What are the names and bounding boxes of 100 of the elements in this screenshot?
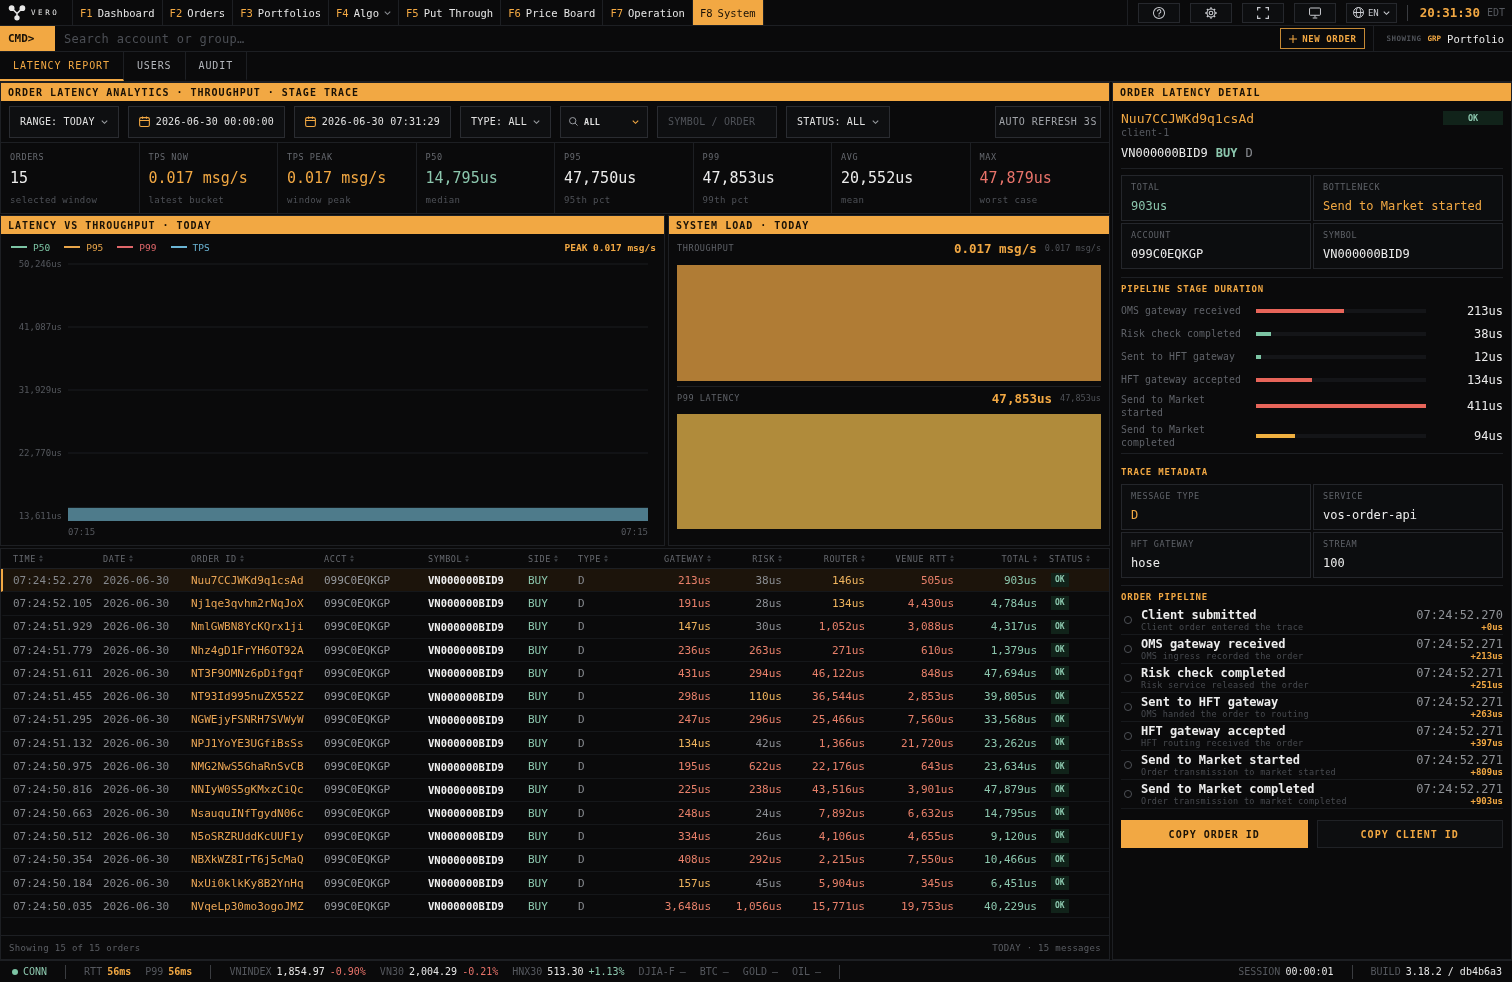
step-time: 07:24:52.270 — [1416, 608, 1503, 622]
date-field[interactable]: 2026-06-30 00:00:00 — [127, 105, 285, 138]
kpi-value: 0.017 msg/s — [148, 169, 248, 187]
column-header[interactable]: ROUTER — [823, 553, 865, 564]
column-header[interactable]: SIDE — [528, 553, 558, 564]
table-row[interactable]: 07:24:51.929 2026-06-30 NmlGWBN8YcKQrx1ji 099C0EQKGP VN000000BID9 BUY D 147us 30us 1,052us 3,088us 4,317us OK — [1, 615, 1109, 639]
card-value: D — [1131, 508, 1139, 523]
card-label: ACCOUNT — [1131, 230, 1172, 240]
table-cell: 15,771us — [812, 899, 865, 913]
nav-tab[interactable]: F7 Operation — [602, 0, 692, 25]
footer-count: Showing 15 of 15 orders — [9, 942, 141, 953]
table-cell: 903us — [1003, 573, 1037, 587]
table-cell: 07:24:50.975 — [13, 760, 93, 773]
kpi-value: 47,853us — [702, 169, 775, 187]
column-header[interactable]: ORDER ID — [191, 553, 244, 564]
column-header[interactable]: TIME — [13, 553, 43, 564]
column-header[interactable]: GATEWAY — [663, 553, 711, 564]
copy-client-id-button[interactable]: COPY CLIENT ID — [1316, 820, 1503, 848]
nav-tab[interactable]: F1 Dashboard — [72, 0, 162, 25]
ring-icon — [1124, 645, 1132, 653]
card-value: VN000000BID9 — [1323, 247, 1410, 262]
table-cell: 7,550us — [907, 853, 954, 867]
metric-max: 0.017 msg/s — [1044, 243, 1101, 253]
new-order-button[interactable]: NEW ORDER — [1280, 28, 1366, 49]
table-row[interactable]: 07:24:52.105 2026-06-30 Nj1qe3qvhm2rNqJoX 099C0EQKGP VN000000BID9 BUY D 191us 28us 134us 4,430us 4,784us OK — [1, 592, 1109, 616]
table-cell: 147us — [677, 620, 711, 634]
settings-button[interactable] — [1189, 2, 1232, 23]
globe-icon — [1352, 7, 1364, 18]
table-row[interactable]: 07:24:51.611 2026-06-30 NT3F9OMNz6pDifgqf 099C0EQKGP VN000000BID9 BUY D 431us 294us 46,122us 848us 47,694us OK — [1, 662, 1109, 686]
nav-tab[interactable]: F2 Orders — [161, 0, 233, 25]
filter-dropdown[interactable]: STATUS: ALL — [786, 105, 890, 138]
column-header[interactable]: TYPE — [578, 553, 608, 564]
status-badge: OK — [1051, 619, 1069, 634]
table-row[interactable]: 07:24:50.354 2026-06-30 NBXkWZ8IrT6j5cMaQ 099C0EQKGP VN000000BID9 BUY D 408us 292us 2,215us 7,550us 10,466us OK — [1, 848, 1109, 872]
nav-tab[interactable]: F8 System — [691, 0, 763, 25]
ticker-value: 2,004.29 — [408, 966, 458, 977]
table-cell: 1,056us — [735, 899, 782, 913]
table-cell: 263us — [748, 643, 782, 657]
table-cell: 47,694us — [984, 666, 1037, 680]
table-row[interactable]: 07:24:51.455 2026-06-30 NT93Id995nuZX552Z 099C0EQKGP VN000000BID9 BUY D 298us 110us 36,544us 2,853us 39,805us OK — [1, 685, 1109, 709]
symbol-order-field[interactable]: SYMBOL / ORDER — [657, 105, 778, 138]
table-cell: D — [578, 620, 585, 634]
table-row[interactable]: 07:24:50.512 2026-06-30 N5oSRZRUddKcUUF1y 099C0EQKGP VN000000BID9 BUY D 334us 26us 4,106us 4,655us 9,120us OK — [1, 825, 1109, 849]
section-title: TRACE METADATA — [1121, 466, 1209, 478]
table-cell: 07:24:52.270 — [13, 573, 93, 587]
table-row[interactable]: 07:24:50.663 2026-06-30 NsauquINfTgydN06c 099C0EQKGP VN000000BID9 BUY D 248us 24us 7,892us 6,632us 14,795us OK — [1, 801, 1109, 826]
filter-dropdown[interactable]: RANGE: TODAY — [9, 105, 119, 138]
nav-tab[interactable]: F4 Algo — [328, 0, 398, 25]
help-button[interactable] — [1137, 2, 1180, 23]
step-title: OMS gateway received — [1141, 637, 1286, 651]
table-cell: 238us — [748, 783, 782, 797]
copy-order-id-button[interactable]: COPY ORDER ID — [1121, 820, 1308, 848]
tab[interactable]: LATENCY REPORT — [0, 52, 124, 81]
table-cell: 23,262us — [984, 736, 1037, 750]
filter-dropdown[interactable]: TYPE: ALL — [460, 105, 552, 138]
table-row[interactable]: 07:24:51.779 2026-06-30 Nhz4gD1FrYH6OT92A 099C0EQKGP VN000000BID9 BUY D 236us 263us 271us 610us 1,379us OK — [1, 638, 1109, 663]
legend-label: TPS — [192, 241, 210, 253]
search-dropdown[interactable]: ALL — [560, 105, 649, 138]
table-cell: 236us — [677, 643, 711, 657]
column-header[interactable]: SYMBOL — [428, 553, 470, 564]
status-badge: OK — [1051, 806, 1069, 821]
table-cell: 2,853us — [907, 690, 954, 704]
status-badge: OK — [1051, 596, 1069, 611]
table-cell: BUY — [528, 806, 548, 820]
table-row[interactable]: 07:24:52.270 2026-06-30 Nuu7CCJWKd9q1csAd 099C0EQKGP VN000000BID9 BUY D 213us 38us 146us 505us 903us OK — [1, 569, 1109, 593]
table-row[interactable]: 07:24:50.184 2026-06-30 NxUi0klkKy8B2YnHq 099C0EQKGP VN000000BID9 BUY D 157us 45us 5,904us 345us 6,451us OK — [1, 871, 1109, 896]
card-label: BOTTLENECK — [1323, 182, 1381, 192]
auto-refresh-button[interactable]: AUTO REFRESH 3S — [995, 105, 1101, 138]
calendar-icon — [304, 116, 316, 127]
column-header[interactable]: DATE — [103, 553, 133, 564]
column-header[interactable]: TOTAL — [1001, 553, 1037, 564]
tab[interactable]: AUDIT — [185, 52, 248, 81]
nav-tab[interactable]: F6 Price Board — [500, 0, 603, 25]
language-button[interactable]: EN — [1345, 2, 1397, 23]
nav-tab[interactable]: F5 Put Through — [398, 0, 501, 25]
table-cell: D — [578, 876, 585, 890]
table-row[interactable]: 07:24:50.975 2026-06-30 NMG2NwS5GhaRnSvCB 099C0EQKGP VN000000BID9 BUY D 195us 622us 22,176us 643us 23,634us OK — [1, 755, 1109, 779]
table-row[interactable]: 07:24:50.035 2026-06-30 NVqeLp30mo3ogoJMZ 099C0EQKGP VN000000BID9 BUY D 3,648us 1,056us 15,771us 19,753us 40,229us OK — [1, 895, 1109, 919]
table-cell: 099C0EQKGP — [324, 573, 391, 587]
table-cell: 225us — [677, 783, 711, 797]
ticker-name: BTC — [699, 966, 718, 977]
fullscreen-button[interactable] — [1241, 2, 1284, 23]
table-cell: 622us — [748, 760, 782, 773]
nav-tab[interactable]: F3 Portfolios — [232, 0, 329, 25]
tab[interactable]: USERS — [123, 52, 186, 81]
column-header[interactable]: VENUE RTT — [895, 553, 954, 564]
date-field[interactable]: 2026-06-30 07:31:29 — [293, 105, 452, 138]
column-header[interactable]: STATUS — [1049, 553, 1091, 564]
table-row[interactable]: 07:24:51.132 2026-06-30 NPJ1YoYE3UGfiBsSs 099C0EQKGP VN000000BID9 BUY D 134us 42us 1,366us 21,720us 23,262us OK — [1, 732, 1109, 756]
column-header[interactable]: ACCT — [324, 553, 354, 564]
metric-label: P99 LATENCY — [677, 393, 740, 403]
display-button[interactable] — [1293, 2, 1336, 23]
column-header[interactable]: RISK — [752, 553, 782, 564]
table-cell: 28us — [755, 596, 782, 610]
table-cell: 4,106us — [818, 829, 865, 843]
status-badge: OK — [1051, 689, 1069, 704]
table-row[interactable]: 07:24:50.816 2026-06-30 NNIyW0S5gKMxzCiQc 099C0EQKGP VN000000BID9 BUY D 225us 238us 43,516us 3,901us 47,879us OK — [1, 778, 1109, 802]
kpi-caption: mean — [841, 195, 865, 205]
search-field[interactable]: Search account or group… — [55, 26, 1281, 51]
table-row[interactable]: 07:24:51.295 2026-06-30 NGWEjyFSNRH7SVWyW 099C0EQKGP VN000000BID9 BUY D 247us 296us 25,466us 7,560us 33,568us OK — [1, 708, 1109, 733]
